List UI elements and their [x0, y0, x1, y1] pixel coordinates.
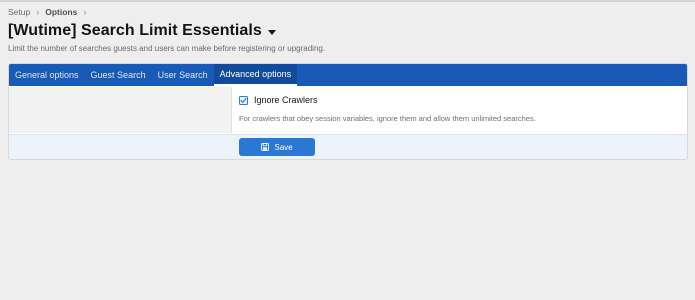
option-input-cell: Ignore Crawlers For crawlers that obey s… [232, 87, 687, 133]
breadcrumb-separator: › [83, 7, 87, 17]
page-description: Limit the number of searches guests and … [8, 44, 326, 53]
save-button-label: Save [274, 142, 293, 152]
caret-down-icon[interactable] [267, 29, 276, 35]
breadcrumb-separator: › [36, 7, 40, 17]
tab-advanced-options[interactable]: Advanced options [213, 64, 298, 86]
submit-row: Save [9, 134, 687, 159]
breadcrumb-setup[interactable]: Setup [8, 7, 30, 17]
option-label-cell [9, 87, 232, 133]
option-row-ignore-crawlers: Ignore Crawlers For crawlers that obey s… [9, 87, 687, 133]
options-block: General options Guest Search User Search… [8, 63, 688, 160]
tab-guest-search[interactable]: Guest Search [85, 64, 152, 86]
ignore-crawlers-checkbox-row[interactable]: Ignore Crawlers [239, 95, 318, 105]
title-row: [Wutime] Search Limit Essentials [8, 19, 276, 43]
breadcrumb: Setup › Options › [8, 6, 92, 18]
save-icon [261, 143, 270, 151]
ignore-crawlers-checkbox[interactable] [239, 95, 248, 105]
tab-user-search[interactable]: User Search [152, 64, 214, 86]
ignore-crawlers-hint: For crawlers that obey session variables… [239, 114, 536, 123]
tab-bar: General options Guest Search User Search… [9, 64, 687, 86]
checkmark-icon [240, 97, 247, 103]
tab-general-options[interactable]: General options [9, 64, 85, 86]
breadcrumb-options[interactable]: Options [45, 7, 77, 17]
ignore-crawlers-label: Ignore Crawlers [254, 95, 318, 105]
save-button[interactable]: Save [239, 138, 315, 156]
top-divider [0, 0, 695, 2]
page-title: [Wutime] Search Limit Essentials [8, 22, 262, 39]
